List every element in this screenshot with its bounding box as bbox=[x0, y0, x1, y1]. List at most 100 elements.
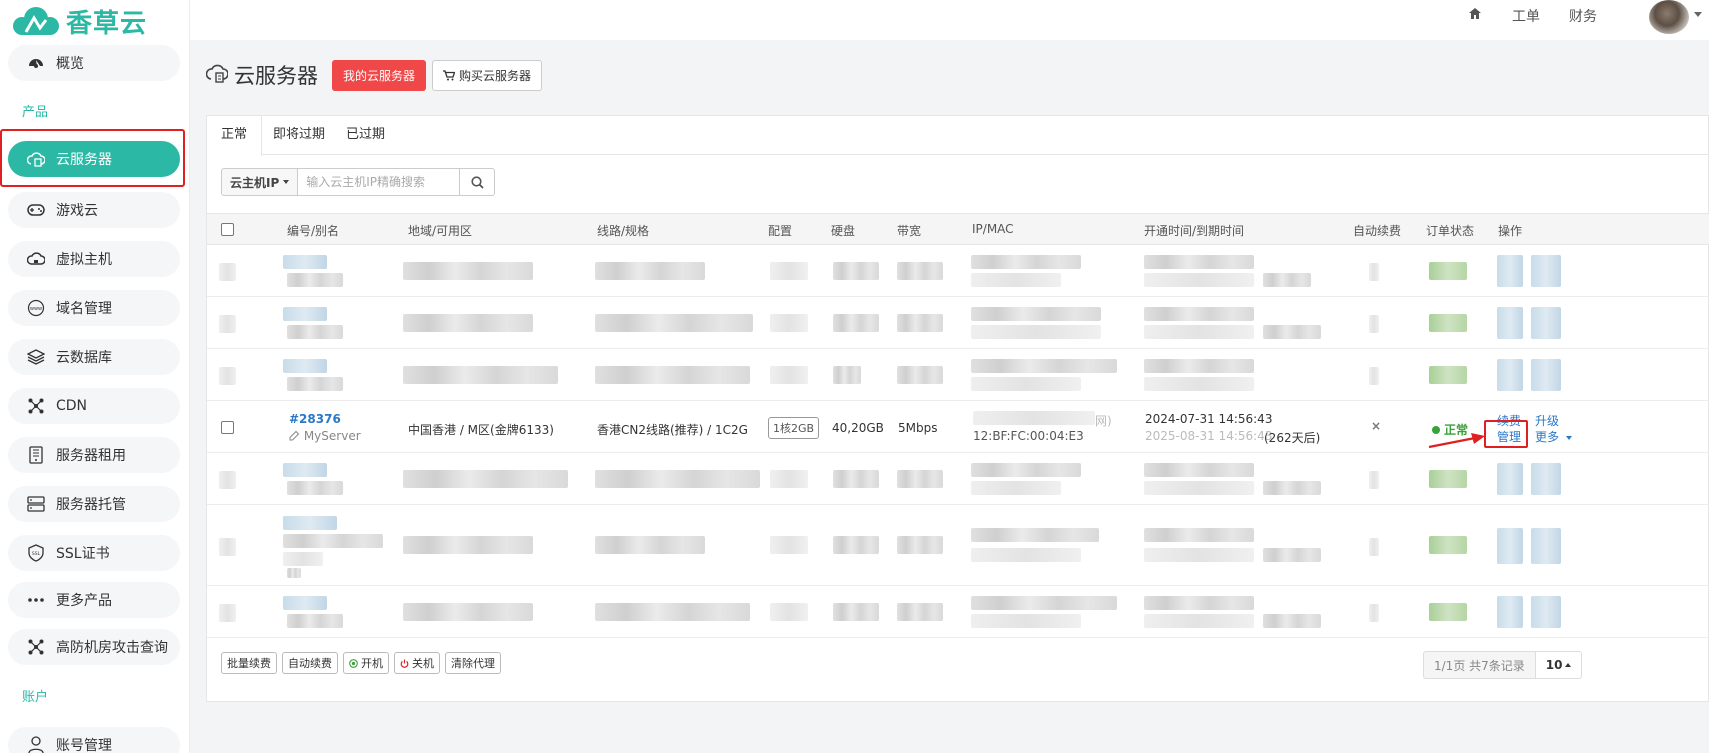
virtual-host-icon bbox=[26, 249, 46, 269]
sidebar-item-server-rental[interactable]: 服务器租用 bbox=[8, 437, 180, 473]
server-list-panel: 正常 即将过期 已过期 云主机IP 编号/别名 地域/可用区 线路/规格 配置 bbox=[206, 115, 1709, 702]
sidebar-item-cloud-server[interactable]: 云服务器 bbox=[8, 141, 180, 177]
power-on-label: 开机 bbox=[361, 657, 383, 670]
www-icon: www bbox=[26, 298, 46, 318]
manage-link[interactable]: 管理 bbox=[1497, 428, 1521, 445]
sidebar-item-ssl[interactable]: SSL SSL证书 bbox=[8, 535, 180, 571]
page-size-value: 10 bbox=[1545, 658, 1563, 672]
home-icon[interactable] bbox=[1468, 7, 1482, 24]
server-alias[interactable]: MyServer bbox=[289, 429, 361, 443]
col-auto-renew: 自动续费 bbox=[1353, 224, 1402, 238]
sidebar-item-server-hosting[interactable]: 服务器托管 bbox=[8, 486, 180, 522]
brand-logo[interactable]: 香草云 bbox=[12, 4, 148, 39]
buy-server-label: 购买云服务器 bbox=[459, 68, 532, 83]
server-line: 香港CN2线路(推荐) / 1C2G bbox=[597, 423, 748, 437]
sidebar-item-cloud-database[interactable]: 云数据库 bbox=[8, 339, 180, 375]
chevron-down-icon[interactable] bbox=[1694, 12, 1702, 17]
sidebar-item-attack-query[interactable]: 高防机房攻击查询 bbox=[8, 629, 180, 665]
table-row[interactable] bbox=[207, 506, 1709, 586]
top-header: 工单 财务 bbox=[190, 0, 1709, 40]
sidebar-item-label: 更多产品 bbox=[56, 593, 112, 609]
sidebar-item-label: 域名管理 bbox=[56, 301, 112, 317]
search-input[interactable] bbox=[297, 168, 461, 196]
caret-down-icon bbox=[283, 180, 290, 184]
edit-icon bbox=[289, 430, 300, 441]
select-all-checkbox[interactable] bbox=[221, 223, 234, 236]
open-time: 2024-07-31 14:56:43 bbox=[1145, 412, 1273, 426]
page-size-select[interactable]: 10 bbox=[1535, 651, 1583, 679]
power-on-button[interactable]: 开机 bbox=[343, 652, 389, 674]
remaining-days: (262天后) bbox=[1264, 431, 1321, 445]
col-disk: 硬盘 bbox=[831, 224, 856, 238]
nav-ticket[interactable]: 工单 bbox=[1512, 6, 1540, 26]
power-off-button[interactable]: 关机 bbox=[394, 652, 440, 674]
cloud-server-icon bbox=[205, 63, 229, 87]
table-row[interactable] bbox=[207, 246, 1709, 297]
server-mac: 12:BF:FC:00:04:E3 bbox=[973, 429, 1084, 443]
table-row[interactable] bbox=[207, 298, 1709, 349]
table-row-28376[interactable]: #28376 MyServer 中国香港 / M区(金牌6133) 香港CN2线… bbox=[207, 402, 1709, 453]
page-title: 云服务器 bbox=[234, 64, 318, 88]
sidebar-item-cdn[interactable]: CDN bbox=[8, 388, 180, 424]
sidebar-item-label: 虚拟主机 bbox=[56, 252, 112, 268]
server-id-link[interactable]: #28376 bbox=[289, 412, 341, 426]
cloud-logo-icon bbox=[13, 7, 59, 35]
renew-link[interactable]: 续费 bbox=[1497, 412, 1521, 429]
main-content: 云服务器 我的云服务器 购买云服务器 正常 即将过期 已过期 云主机IP 输入云… bbox=[190, 40, 1709, 753]
table-header: 编号/别名 地域/可用区 线路/规格 配置 硬盘 带宽 IP/MAC 开通时间/… bbox=[207, 213, 1709, 245]
tab-normal[interactable]: 正常 bbox=[207, 116, 263, 156]
svg-text:SSL: SSL bbox=[32, 551, 41, 557]
caret-down-icon bbox=[1565, 436, 1572, 440]
table-row[interactable] bbox=[207, 454, 1709, 505]
clear-proxy-button[interactable]: 清除代理 bbox=[445, 652, 501, 674]
user-icon bbox=[26, 735, 46, 753]
play-circle-icon bbox=[349, 658, 358, 668]
sidebar-item-account[interactable]: 账号管理 bbox=[8, 727, 180, 753]
sidebar-item-game-cloud[interactable]: 游戏云 bbox=[8, 192, 180, 228]
tab-expired[interactable]: 已过期 bbox=[332, 116, 399, 155]
row-checkbox[interactable] bbox=[221, 421, 234, 434]
server-alias-label: MyServer bbox=[303, 429, 361, 443]
sidebar-group-account: 账户 bbox=[22, 690, 49, 705]
cdn-icon bbox=[26, 396, 46, 416]
page-header: 云服务器 我的云服务器 购买云服务器 bbox=[205, 59, 543, 91]
sidebar-item-label: 高防机房攻击查询 bbox=[56, 640, 168, 656]
layers-icon bbox=[26, 347, 46, 367]
sidebar-item-virtual-host[interactable]: 虚拟主机 bbox=[8, 241, 180, 277]
table-row[interactable] bbox=[207, 350, 1709, 401]
col-actions: 操作 bbox=[1498, 224, 1523, 238]
sidebar-item-more-products[interactable]: 更多产品 bbox=[8, 582, 180, 618]
search-field-select[interactable]: 云主机IP bbox=[221, 168, 298, 196]
upgrade-link[interactable]: 升级 bbox=[1535, 412, 1559, 429]
batch-renew-button[interactable]: 批量续费 bbox=[221, 652, 277, 674]
nav-finance[interactable]: 财务 bbox=[1569, 6, 1597, 26]
col-bandwidth: 带宽 bbox=[897, 224, 922, 238]
sidebar-item-label: SSL证书 bbox=[56, 546, 110, 562]
caret-up-icon bbox=[1565, 663, 1572, 667]
auto-renew-button[interactable]: 自动续费 bbox=[282, 652, 338, 674]
sidebar-group-products: 产品 bbox=[22, 105, 49, 120]
status-tabs: 正常 即将过期 已过期 bbox=[207, 116, 1708, 156]
sidebar-item-label: 游戏云 bbox=[56, 203, 98, 219]
buy-server-button[interactable]: 购买云服务器 bbox=[432, 59, 543, 91]
network-icon bbox=[26, 637, 46, 657]
auto-renew-off[interactable]: × bbox=[1371, 419, 1381, 433]
more-label: 更多 bbox=[1535, 430, 1560, 444]
brand-name: 香草云 bbox=[66, 8, 148, 39]
search-button[interactable] bbox=[460, 168, 496, 196]
search-icon bbox=[471, 175, 484, 189]
my-servers-button[interactable]: 我的云服务器 bbox=[332, 59, 427, 91]
ssl-shield-icon: SSL bbox=[26, 543, 46, 563]
gamepad-icon bbox=[26, 200, 46, 220]
sidebar-item-overview[interactable]: 概览 bbox=[8, 45, 180, 81]
more-dropdown[interactable]: 更多 bbox=[1535, 428, 1572, 445]
avatar[interactable] bbox=[1649, 0, 1689, 34]
col-time: 开通时间/到期时间 bbox=[1144, 224, 1245, 238]
table-row[interactable] bbox=[207, 587, 1709, 638]
server-icon bbox=[26, 445, 46, 465]
sidebar-item-domain[interactable]: www 域名管理 bbox=[8, 290, 180, 326]
svg-text:www: www bbox=[30, 306, 42, 312]
search-field-label: 云主机IP bbox=[230, 175, 280, 190]
col-order-status: 订单状态 bbox=[1426, 224, 1475, 238]
tab-expiring[interactable]: 即将过期 bbox=[259, 116, 339, 155]
